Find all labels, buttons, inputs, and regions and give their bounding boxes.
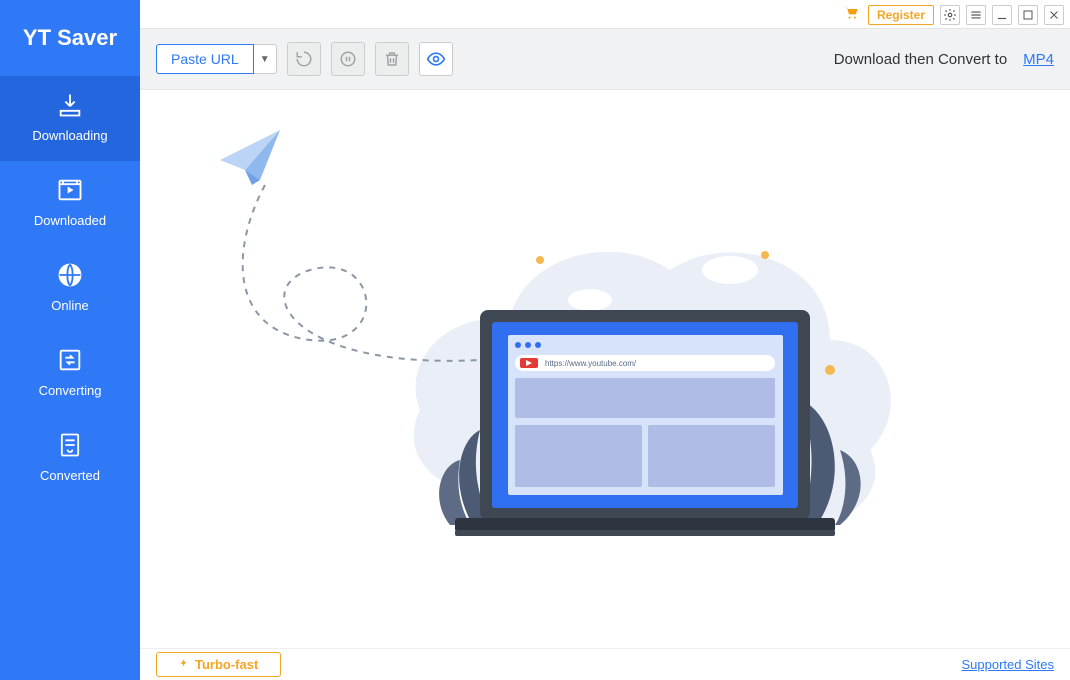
resume-button[interactable] — [287, 42, 321, 76]
bolt-icon — [179, 656, 189, 673]
sidebar-item-label: Online — [51, 298, 89, 313]
supported-sites-link[interactable]: Supported Sites — [961, 657, 1054, 672]
sidebar-item-label: Converting — [39, 383, 102, 398]
download-icon — [55, 90, 85, 120]
paste-url-button[interactable]: Paste URL — [156, 44, 254, 74]
main-area: Register Paste URL ▼ — [140, 0, 1070, 680]
sidebar-item-label: Downloading — [32, 128, 107, 143]
paste-url-group: Paste URL ▼ — [156, 44, 277, 74]
convert-icon — [55, 345, 85, 375]
sidebar-item-converted[interactable]: Converted — [0, 416, 140, 501]
turbo-fast-button[interactable]: Turbo-fast — [156, 652, 281, 677]
video-file-icon — [55, 175, 85, 205]
content-area: https://www.youtube.com/ — [140, 90, 1070, 648]
settings-button[interactable] — [940, 5, 960, 25]
paste-url-dropdown[interactable]: ▼ — [254, 44, 277, 74]
maximize-button[interactable] — [1018, 5, 1038, 25]
sidebar-item-label: Converted — [40, 468, 100, 483]
minimize-button[interactable] — [992, 5, 1012, 25]
illustration-url-text: https://www.youtube.com/ — [545, 359, 637, 368]
preview-button[interactable] — [419, 42, 453, 76]
close-button[interactable] — [1044, 5, 1064, 25]
sidebar-item-online[interactable]: Online — [0, 246, 140, 331]
cart-icon[interactable] — [842, 5, 860, 26]
empty-state-illustration: https://www.youtube.com/ — [170, 110, 1040, 630]
sidebar-item-downloading[interactable]: Downloading — [0, 76, 140, 161]
toolbar: Paste URL ▼ Download then Convert to MP4 — [140, 28, 1070, 90]
register-button[interactable]: Register — [868, 5, 934, 25]
footer: Turbo-fast Supported Sites — [140, 648, 1070, 680]
sidebar: YT Saver Downloading Downloaded Online C… — [0, 0, 140, 680]
globe-icon — [55, 260, 85, 290]
delete-button[interactable] — [375, 42, 409, 76]
window-titlebar: Register — [140, 0, 1070, 28]
pause-button[interactable] — [331, 42, 365, 76]
convert-format-link[interactable]: MP4 — [1023, 51, 1054, 68]
turbo-label: Turbo-fast — [195, 657, 258, 672]
menu-button[interactable] — [966, 5, 986, 25]
sidebar-item-converting[interactable]: Converting — [0, 331, 140, 416]
sidebar-item-downloaded[interactable]: Downloaded — [0, 161, 140, 246]
app-logo: YT Saver — [0, 0, 140, 76]
sidebar-item-label: Downloaded — [34, 213, 106, 228]
convert-label: Download then Convert to — [834, 51, 1007, 68]
converted-file-icon — [55, 430, 85, 460]
